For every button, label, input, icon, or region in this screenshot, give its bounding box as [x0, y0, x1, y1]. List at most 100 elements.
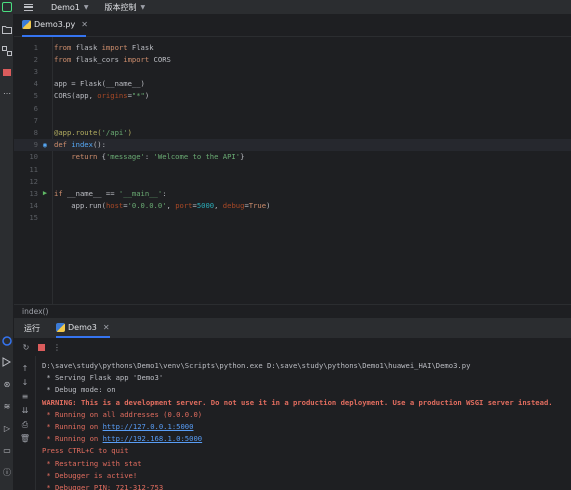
code-line[interactable]: 2 from flask_cors import CORS	[14, 53, 571, 65]
code-line[interactable]: 10 return {'message': 'Welcome to the AP…	[14, 151, 571, 163]
close-icon[interactable]: ✕	[103, 323, 110, 332]
line-number[interactable]: 8	[14, 128, 38, 137]
folder-icon[interactable]	[2, 24, 12, 34]
close-icon[interactable]: ✕	[81, 20, 88, 29]
code-token: def	[54, 140, 72, 150]
tab-label: Demo3.py	[34, 20, 76, 29]
line-number[interactable]: 1	[14, 43, 38, 52]
tab-demo3-py[interactable]: Demo3.py ✕	[22, 20, 88, 29]
code-line[interactable]: 5 CORS(app, origins="*")	[14, 90, 571, 102]
arrow-up-icon[interactable]: ↑	[19, 364, 31, 373]
line-number[interactable]: 14	[14, 201, 38, 210]
code-line[interactable]: 13 ▶ if __name__ == '__main__':	[14, 187, 571, 199]
structure-icon[interactable]	[2, 46, 12, 56]
code-token: host	[105, 201, 124, 211]
breadcrumb[interactable]: index()	[14, 304, 571, 318]
code-token: @app.route(	[54, 127, 102, 137]
console-line: WARNING: This is a development server. D…	[42, 397, 553, 409]
plugin-icon[interactable]	[2, 67, 12, 77]
code-token: :	[162, 188, 167, 198]
line-number[interactable]: 12	[14, 177, 38, 186]
print-icon[interactable]: ⎙	[19, 420, 31, 430]
code-line[interactable]: 14 app.run(host='0.0.0.0', port=5000, de…	[14, 200, 571, 212]
title-bar: Demo1 ▼ 版本控制 ▼	[0, 0, 571, 14]
code-token: )	[266, 201, 271, 211]
line-number[interactable]: 7	[14, 116, 38, 125]
console-text: * Restarting with stat	[42, 458, 142, 468]
chevron-down-icon[interactable]: ▼	[84, 4, 89, 11]
console-text: WARNING: This is a development server. D…	[42, 397, 553, 407]
terminal-icon[interactable]: ▭	[2, 445, 12, 455]
run-panel-header: 运行 Demo3 ✕	[14, 318, 571, 338]
python-file-icon	[56, 322, 65, 332]
code-text: from flask import Flask	[54, 43, 154, 52]
code-token: app = Flask(__name__)	[54, 79, 145, 89]
more-options-icon[interactable]: ⋮	[51, 343, 63, 352]
line-number[interactable]: 2	[14, 55, 38, 64]
code-token: port	[175, 201, 193, 211]
console-url-link[interactable]: http://192.168.1.0:5000	[103, 434, 203, 443]
code-line[interactable]: 4 app = Flask(__name__)	[14, 78, 571, 90]
code-line[interactable]: 12	[14, 175, 571, 187]
code-line[interactable]: 6	[14, 102, 571, 114]
trash-icon[interactable]: 🗑	[19, 434, 31, 443]
console-line: * Running on http://127.0.0.1:5000	[42, 421, 193, 433]
code-line[interactable]: 8 @app.route('/api')	[14, 126, 571, 138]
console-line: * Debug mode: on	[42, 384, 115, 396]
vcs-menu[interactable]: 版本控制	[104, 2, 136, 13]
python-packages-icon[interactable]: ⊛	[2, 379, 12, 389]
problems-icon[interactable]: ⓘ	[2, 467, 12, 477]
code-token: app.run(	[54, 201, 106, 211]
scroll-to-end-icon[interactable]: ⇊	[19, 406, 31, 415]
endpoint-marker-icon[interactable]: ◉	[38, 141, 52, 149]
code-token: '__main__'	[118, 188, 163, 198]
services-icon[interactable]	[2, 336, 12, 346]
line-number[interactable]: 4	[14, 79, 38, 88]
run-gutter-icon[interactable]: ▶	[38, 189, 52, 197]
layers-icon[interactable]: ≋	[2, 401, 12, 411]
console-line: * Serving Flask app 'Demo3'	[42, 372, 163, 384]
console-text: * Running on	[42, 434, 103, 444]
line-number[interactable]: 11	[14, 165, 38, 174]
code-text: if __name__ == '__main__':	[54, 189, 167, 198]
chevron-down-icon[interactable]: ▼	[140, 4, 145, 11]
run-toolbar: ↻ ⋮	[14, 338, 571, 356]
project-switcher[interactable]: Demo1	[51, 3, 80, 12]
code-line[interactable]: 1 from flask import Flask	[14, 41, 571, 53]
line-number[interactable]: 10	[14, 152, 38, 161]
code-line[interactable]: 7	[14, 114, 571, 126]
code-text: def index():	[54, 140, 106, 149]
code-line[interactable]: 11	[14, 163, 571, 175]
arrow-down-icon[interactable]: ↓	[19, 378, 31, 387]
code-token: )	[127, 127, 132, 137]
rerun-icon[interactable]: ↻	[20, 343, 32, 352]
code-token: __name__ ==	[66, 188, 119, 198]
console-line: * Debugger is active!	[42, 470, 137, 482]
run-console-output[interactable]: D:\save\study\pythons\Demo1\venv\Scripts…	[36, 356, 571, 490]
line-number[interactable]: 13	[14, 189, 38, 198]
line-number[interactable]: 9	[14, 140, 38, 149]
code-editor[interactable]: 1 from flask import Flask 2 from flask_cors…	[14, 37, 571, 304]
run-tool-icon[interactable]	[2, 357, 12, 367]
code-token: '/api'	[101, 127, 128, 137]
more-tools-icon[interactable]: ⋯	[2, 88, 12, 98]
main-menu-icon[interactable]	[24, 3, 33, 11]
run-tab-label: Demo3	[68, 322, 97, 332]
console-url-link[interactable]: http://127.0.0.1:5000	[103, 422, 194, 431]
code-line[interactable]: 9 ◉ def index():	[14, 138, 571, 151]
console-text: * Running on all addresses (0.0.0.0)	[42, 409, 203, 419]
stop-icon[interactable]	[38, 343, 45, 351]
tab-run-demo3[interactable]: Demo3 ✕	[56, 318, 110, 338]
code-token: True	[248, 201, 267, 211]
soft-wrap-icon[interactable]: ≡	[19, 392, 31, 401]
code-line[interactable]: 15	[14, 212, 571, 224]
code-token: import	[123, 54, 154, 64]
line-number[interactable]: 15	[14, 213, 38, 222]
python-file-icon	[22, 20, 31, 29]
line-number[interactable]: 6	[14, 104, 38, 113]
line-number[interactable]: 3	[14, 67, 38, 76]
debug-icon[interactable]: ▷	[2, 423, 12, 433]
app-logo-icon[interactable]	[2, 2, 12, 12]
code-line[interactable]: 3	[14, 65, 571, 77]
line-number[interactable]: 5	[14, 91, 38, 100]
